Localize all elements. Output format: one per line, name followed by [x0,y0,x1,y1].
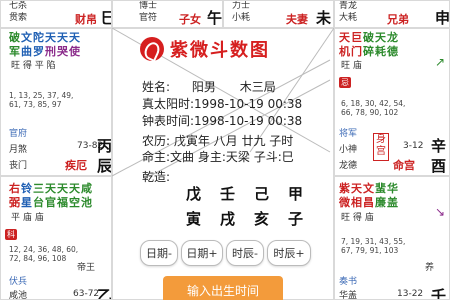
name-label: 姓名: [142,80,171,94]
gz-day-branch: 亥 [254,210,270,228]
stars-row-1: 破文陀天天天 [9,31,81,44]
stars-row-2: 军曲罗刑哭使 [9,45,81,58]
god-2: 咸池 [9,291,28,300]
palace-name: 财帛 [75,13,97,26]
stars-row-1: 右铃三天天天咸 [9,182,93,195]
gz-day-stem: 己 [254,185,270,203]
god-1: 将军 [339,129,358,139]
age-range: 3-12 [403,141,424,151]
branch: 乙 [97,287,112,300]
branch: 辰 [97,157,112,175]
god-3: 龙德 [339,161,358,171]
palace-cell-si[interactable]: 七杀 贯索 财帛 巳 [0,0,112,28]
palace-name: 子女 [179,13,201,26]
star-god-1: 青龙 [339,1,358,11]
stem-extra: 帝王 [77,263,96,273]
gz-hour-stem: 甲 [288,185,304,203]
hua-ke-tag: 科 [5,229,17,240]
name-row: 姓名: 阳男 木三局 [142,80,276,94]
age-list: 6, 18, 30, 42, 54, 66, 78, 90, 102 [341,99,406,117]
stars-row-2: 弼星台官福空池 [9,196,93,209]
palace-cell-mao[interactable]: 右铃三天天天咸 弼星台官福空池 平 庙 庙 科 12, 24, 36, 48, … [0,176,112,300]
true-solar-time: 真太阳时:1998-10-19 00:38 [142,97,303,111]
ju-value: 木三局 [239,80,276,94]
star-god-2: 小耗 [232,13,251,23]
stars-row-1: 天巨破天龙 [339,31,399,44]
stage: 养 [425,263,435,273]
branch: 未 [316,9,332,27]
branch: 酉 [431,157,447,175]
date-minus-button[interactable]: 日期- [140,240,178,266]
enter-birth-time-button[interactable]: 输入出生时间 [163,276,283,300]
star-god-2: 贯索 [9,13,28,23]
star-god-2: 大耗 [339,13,358,23]
arrow-right-icon: ↗ [435,55,446,69]
brightness: 旺 庙 [341,61,362,71]
stars-row-2: 机门碎耗德 [339,45,399,58]
god-2: 小神 [339,145,358,155]
hour-minus-button[interactable]: 时辰- [226,240,264,266]
god-1: 奏书 [339,277,358,287]
star-god-1: 博士 [139,1,158,11]
god-1: 伏兵 [9,277,28,287]
ganzhi-label: 乾造: [142,170,171,184]
stem: 壬 [431,287,447,300]
app-logo: 紫微斗数图 [140,36,270,62]
gz-month-branch: 戌 [220,210,236,228]
stars-row-1: 紫天文蜚华 [339,182,399,195]
arrow-right-icon: ↘ [435,205,446,219]
stem: 丙 [97,137,112,155]
palace-cell-chen[interactable]: 破文陀天天天 军曲罗刑哭使 旺 得 平 陷 1, 13, 25, 37, 49,… [0,28,112,176]
god-2: 华盖 [339,291,358,300]
stars-row-2: 微相昌廉盖 [339,196,399,209]
hour-plus-button[interactable]: 时辰+ [267,240,311,266]
brightness: 平 庙 庙 [11,213,44,223]
palace-cell-shen[interactable]: 青龙 大耗 兄弟 申 [334,0,450,28]
gz-year-stem: 戊 [186,185,202,203]
palace-name: 疾厄 [65,159,87,172]
date-plus-button[interactable]: 日期+ [181,240,223,266]
palace-cell-wu[interactable]: 博士 官符 子女 午 [112,0,223,28]
star-god-1: 七杀 [9,1,28,11]
age-range: 63-72 [73,289,100,299]
gz-month-stem: 壬 [220,185,236,203]
god-3: 丧门 [9,161,28,171]
palace-cell-wei[interactable]: 力士 小耗 夫妻 未 [223,0,334,28]
logo-title: 紫微斗数图 [170,40,270,61]
name-value: 阳男 [191,80,216,94]
branch: 巳 [101,7,111,27]
age-range: 13-22 [397,289,424,299]
clock-time: 钟表时间:1998-10-19 00:38 [142,114,303,128]
branch: 申 [435,9,450,27]
body-palace-badge: 身宫 [373,133,389,161]
age-list: 12, 24, 36, 48, 60, 72, 84, 96, 108 [9,245,79,263]
age-list: 7, 19, 31, 43, 55, 67, 79, 91, 103 [341,237,406,255]
age-list: 1, 13, 25, 37, 49, 61, 73, 85, 97 [9,91,74,109]
lunar-date: 农历: 戊寅年 八月 廿九 子时 [142,134,294,148]
palace-cell-xu[interactable]: 紫天文蜚华 微相昌廉盖 旺 得 庙 7, 19, 31, 43, 55, 67,… [334,176,450,300]
logo-icon [140,37,164,61]
star-god-1: 力士 [232,1,251,11]
palace-name: 命宫 [393,159,415,172]
gz-hour-branch: 子 [288,210,304,228]
palace-name: 夫妻 [286,13,308,26]
gz-year-branch: 寅 [186,210,202,228]
palace-name: 兄弟 [387,13,409,26]
palace-cell-you[interactable]: 天巨破天龙 机门碎耗德 旺 庙 忌 6, 18, 30, 42, 54, 66,… [334,28,450,176]
god-1: 官府 [9,129,28,139]
god-2: 月煞 [9,145,28,155]
ziwei-chart-screen: 七杀 贯索 财帛 巳 博士 官符 子女 午 力士 小耗 夫妻 未 青龙 大耗 兄… [0,0,450,300]
brightness: 旺 得 庙 [341,213,374,223]
brightness: 旺 得 平 陷 [11,61,56,71]
master-info: 命主:文曲 身主:天梁 子斗:巳 [142,150,294,164]
branch: 午 [207,9,223,27]
star-god-2: 官符 [139,13,158,23]
stem: 辛 [431,137,447,155]
hua-ji-tag: 忌 [339,77,351,88]
